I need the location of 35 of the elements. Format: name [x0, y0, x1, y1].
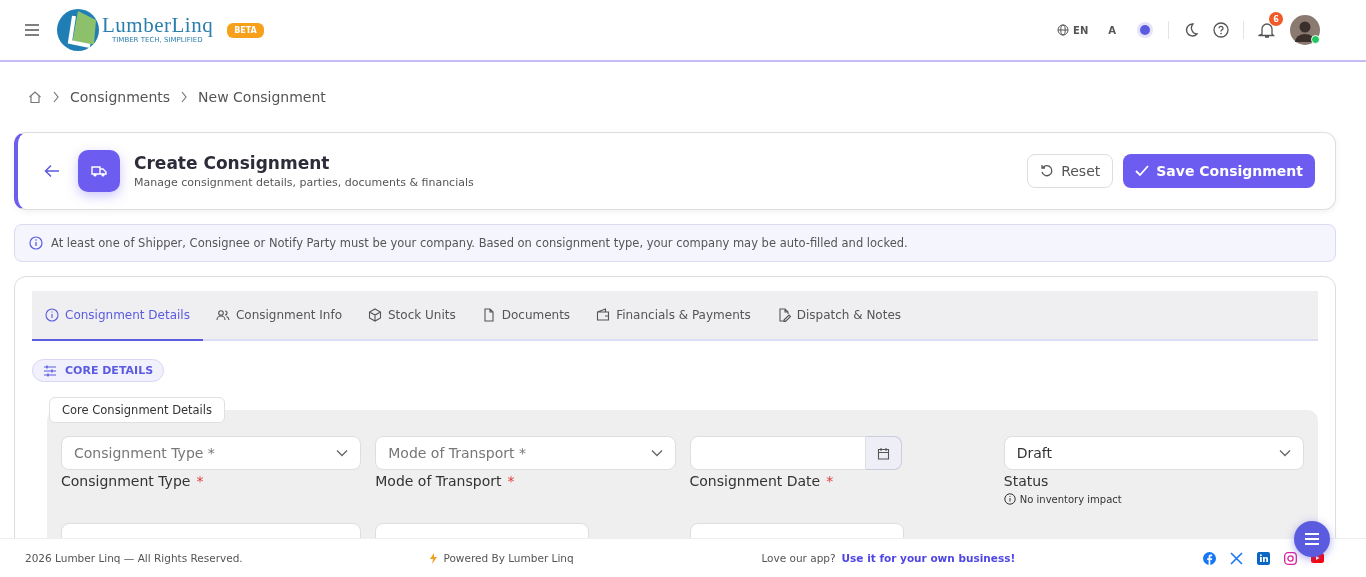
- section-chip[interactable]: CORE DETAILS: [32, 359, 165, 382]
- dropdown-field[interactable]: Draft: [1003, 436, 1304, 470]
- copyright-text: 2026 Lumber Linq — All Rights Reserved.: [25, 552, 243, 564]
- save-button[interactable]: Save Consignment: [1123, 154, 1315, 188]
- required-mark: *: [826, 473, 834, 489]
- info-text: At least one of Shipper, Consignee or Notify Party must be your company. Based on consignment type, your company may be auto-filled and locked.: [51, 236, 908, 250]
- tab[interactable]: Documents: [468, 291, 584, 341]
- tab[interactable]: Stock Units: [355, 291, 469, 341]
- required-mark: *: [196, 473, 204, 489]
- tab[interactable]: Consignment Info: [202, 291, 355, 341]
- dropdown-field[interactable]: Mode of Transport *: [375, 436, 676, 470]
- notification-count: 6: [1269, 12, 1283, 26]
- dropdown-field[interactable]: Consignment Type *: [61, 436, 362, 470]
- field-label: Consignment Type: [61, 473, 191, 489]
- promo-text: Love our app?: [761, 552, 836, 564]
- logo-wordmark: LumberLinq: [102, 14, 214, 36]
- page-title: Create Consignment: [134, 153, 331, 173]
- field-label: Mode of Transport: [375, 473, 502, 489]
- page-subtitle: Manage consignment details, parties, documents & financials: [134, 176, 474, 189]
- powered-by-text: Powered By Lumber Linq: [443, 552, 574, 564]
- field-hint: No inventory impact: [1019, 493, 1122, 505]
- field-label: Status: [1003, 473, 1049, 489]
- breadcrumb-item: New Consignment: [198, 89, 326, 105]
- tab[interactable]: Consignment Details: [32, 291, 203, 341]
- font-size-button[interactable]: A: [1102, 24, 1122, 36]
- reset-button[interactable]: Reset: [1027, 154, 1114, 188]
- promo-link[interactable]: Use it for your own business!: [841, 552, 1016, 564]
- language-button[interactable]: EN: [1057, 24, 1089, 36]
- tab[interactable]: Financials & Payments: [583, 291, 764, 341]
- field-label: Consignment Date: [689, 473, 821, 489]
- required-mark: *: [507, 473, 515, 489]
- breadcrumb-item[interactable]: Consignments: [70, 89, 171, 105]
- beta-badge: BETA: [227, 22, 264, 38]
- tab[interactable]: Dispatch & Notes: [763, 291, 915, 341]
- group-title: Core Consignment Details: [49, 397, 225, 423]
